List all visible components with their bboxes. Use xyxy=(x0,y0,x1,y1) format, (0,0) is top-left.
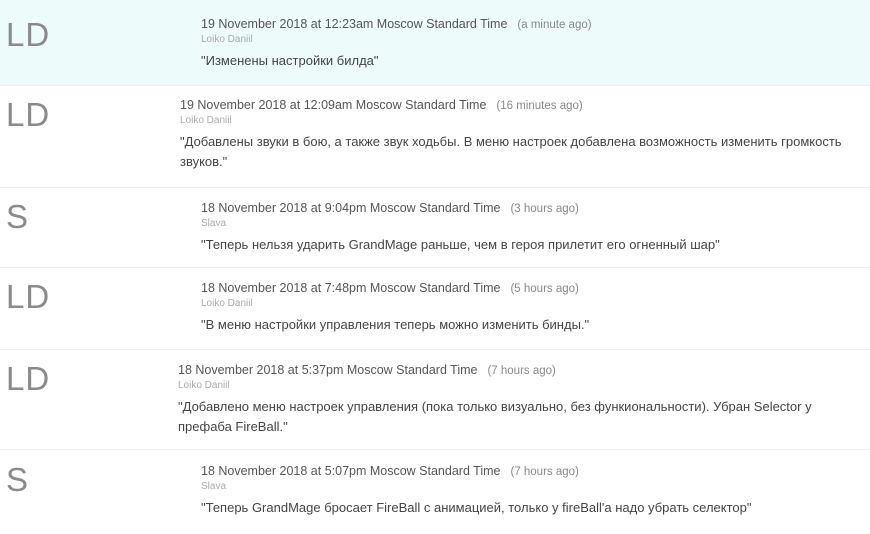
relative-time: (5 hours ago) xyxy=(510,283,579,295)
commit-author[interactable]: Slava xyxy=(201,217,860,230)
commit-entry[interactable]: S 18 November 2018 at 9:04pm Moscow Stan… xyxy=(0,188,870,268)
commit-message: "В меню настройки управления теперь можн… xyxy=(201,317,590,332)
commit-author[interactable]: Slava xyxy=(201,480,860,493)
commit-date: 18 November 2018 at 9:04pm Moscow Standa… xyxy=(201,201,501,215)
commit-entry[interactable]: LD 19 November 2018 at 12:23am Moscow St… xyxy=(0,0,870,86)
commit-author[interactable]: Loiko Daniil xyxy=(201,33,860,46)
avatar: S xyxy=(6,461,30,498)
commit-date: 18 November 2018 at 5:07pm Moscow Standa… xyxy=(201,464,501,478)
commit-message: "Добавлено меню настроек управления (пок… xyxy=(178,399,812,434)
commit-entry[interactable]: LD 19 November 2018 at 12:09am Moscow St… xyxy=(0,86,870,188)
commit-feed: LD 19 November 2018 at 12:23am Moscow St… xyxy=(0,0,870,534)
relative-time: (3 hours ago) xyxy=(510,203,579,215)
commit-message: "Теперь GrandMage бросает FireBall с ани… xyxy=(201,500,752,515)
commit-message: "Добавлены звуки в бою, а также звук ход… xyxy=(180,134,842,169)
commit-message: "Изменены настройки билда" xyxy=(201,53,379,68)
commit-entry[interactable]: LD 18 November 2018 at 7:48pm Moscow Sta… xyxy=(0,268,870,350)
relative-time: (a minute ago) xyxy=(517,19,592,31)
avatar: S xyxy=(6,198,30,235)
commit-author[interactable]: Loiko Daniil xyxy=(201,297,860,310)
commit-message: "Теперь нельзя ударить GrandMage раньше,… xyxy=(201,237,720,252)
commit-entry[interactable]: S 18 November 2018 at 5:07pm Moscow Stan… xyxy=(0,450,870,534)
commit-date: 18 November 2018 at 7:48pm Moscow Standa… xyxy=(201,281,501,295)
avatar: LD xyxy=(6,360,51,397)
avatar: LD xyxy=(6,96,51,133)
commit-author[interactable]: Loiko Daniil xyxy=(180,114,860,127)
avatar: LD xyxy=(6,278,51,315)
avatar: LD xyxy=(6,16,51,53)
relative-time: (7 hours ago) xyxy=(487,365,556,377)
relative-time: (16 minutes ago) xyxy=(496,100,583,112)
commit-author[interactable]: Loiko Daniil xyxy=(178,379,860,392)
relative-time: (7 hours ago) xyxy=(510,466,579,478)
commit-date: 19 November 2018 at 12:23am Moscow Stand… xyxy=(201,17,508,31)
commit-entry[interactable]: LD 18 November 2018 at 5:37pm Moscow Sta… xyxy=(0,350,870,450)
commit-date: 19 November 2018 at 12:09am Moscow Stand… xyxy=(180,98,487,112)
commit-date: 18 November 2018 at 5:37pm Moscow Standa… xyxy=(178,363,478,377)
